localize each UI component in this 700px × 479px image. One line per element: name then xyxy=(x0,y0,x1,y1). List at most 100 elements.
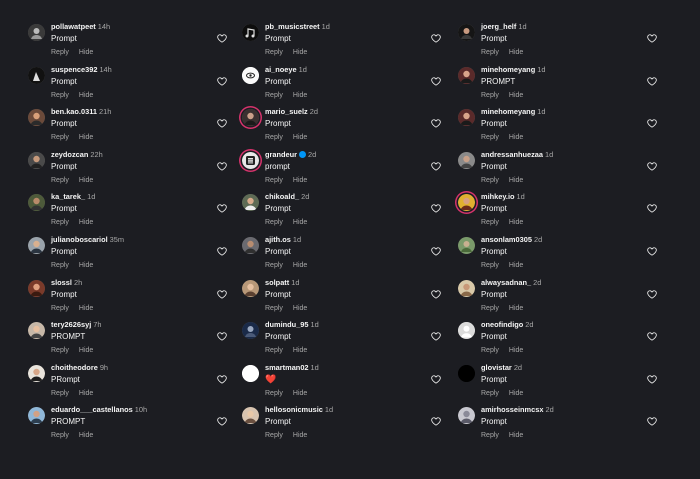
avatar[interactable] xyxy=(28,236,45,254)
reply-button[interactable]: Reply xyxy=(51,219,69,226)
reply-button[interactable]: Reply xyxy=(481,49,499,56)
hide-button[interactable]: Hide xyxy=(79,390,93,397)
username-link[interactable]: alwaysadnan_ xyxy=(481,278,531,287)
username-link[interactable]: glovistar xyxy=(481,363,512,372)
username-link[interactable]: ben.kao.0311 xyxy=(51,107,97,116)
reply-button[interactable]: Reply xyxy=(51,347,69,354)
avatar[interactable] xyxy=(28,407,45,425)
hide-button[interactable]: Hide xyxy=(293,262,307,269)
heart-outline-icon[interactable] xyxy=(217,162,227,171)
reply-button[interactable]: Reply xyxy=(51,177,69,184)
heart-outline-icon[interactable] xyxy=(647,119,657,128)
reply-button[interactable]: Reply xyxy=(51,49,69,56)
avatar[interactable] xyxy=(458,66,475,84)
heart-outline-icon[interactable] xyxy=(647,375,657,384)
username-link[interactable]: chikoald_ xyxy=(265,192,299,201)
username-link[interactable]: choitheodore xyxy=(51,363,98,372)
avatar[interactable] xyxy=(458,109,475,127)
reply-button[interactable]: Reply xyxy=(481,390,499,397)
avatar[interactable] xyxy=(242,151,259,169)
username-link[interactable]: tery2626syj xyxy=(51,320,91,329)
reply-button[interactable]: Reply xyxy=(51,134,69,141)
hide-button[interactable]: Hide xyxy=(79,92,93,99)
heart-outline-icon[interactable] xyxy=(647,204,657,214)
avatar[interactable] xyxy=(242,109,259,127)
heart-outline-icon[interactable] xyxy=(647,76,657,86)
hide-button[interactable]: Hide xyxy=(293,134,307,141)
heart-outline-icon[interactable] xyxy=(647,289,657,299)
hide-button[interactable]: Hide xyxy=(79,432,93,439)
username-link[interactable]: pb_musicstreet xyxy=(265,22,320,31)
reply-button[interactable]: Reply xyxy=(481,305,499,312)
reply-button[interactable]: Reply xyxy=(481,262,499,269)
hide-button[interactable]: Hide xyxy=(509,390,523,397)
avatar[interactable] xyxy=(242,364,259,382)
hide-button[interactable]: Hide xyxy=(509,262,523,269)
hide-button[interactable]: Hide xyxy=(293,347,307,354)
hide-button[interactable]: Hide xyxy=(509,134,523,141)
username-link[interactable]: pollawatpeet xyxy=(51,22,96,31)
heart-outline-icon[interactable] xyxy=(217,375,227,384)
hide-button[interactable]: Hide xyxy=(79,177,93,184)
heart-outline-icon[interactable] xyxy=(217,204,227,214)
hide-button[interactable]: Hide xyxy=(509,305,523,312)
hide-button[interactable]: Hide xyxy=(509,347,523,354)
heart-outline-icon[interactable] xyxy=(431,204,441,214)
reply-button[interactable]: Reply xyxy=(481,177,499,184)
hide-button[interactable]: Hide xyxy=(79,134,93,141)
username-link[interactable]: amirhosseinmcsx xyxy=(481,405,543,414)
heart-outline-icon[interactable] xyxy=(647,332,657,341)
hide-button[interactable]: Hide xyxy=(509,432,523,439)
heart-outline-icon[interactable] xyxy=(431,417,441,427)
username-link[interactable]: andressanhuezaa xyxy=(481,150,543,159)
username-link[interactable]: minehomeyang xyxy=(481,107,535,116)
avatar[interactable] xyxy=(242,24,259,41)
hide-button[interactable]: Hide xyxy=(509,219,523,226)
hide-button[interactable]: Hide xyxy=(509,92,523,99)
username-link[interactable]: ai_noeye xyxy=(265,65,297,74)
avatar[interactable] xyxy=(458,236,475,254)
hide-button[interactable]: Hide xyxy=(293,390,307,397)
hide-button[interactable]: Hide xyxy=(79,347,93,354)
heart-outline-icon[interactable] xyxy=(217,332,227,341)
hide-button[interactable]: Hide xyxy=(293,305,307,312)
hide-button[interactable]: Hide xyxy=(79,262,93,269)
avatar[interactable] xyxy=(458,407,475,425)
reply-button[interactable]: Reply xyxy=(51,432,69,439)
avatar[interactable] xyxy=(242,66,259,84)
avatar[interactable] xyxy=(242,407,259,425)
heart-outline-icon[interactable] xyxy=(217,417,227,427)
username-link[interactable]: solpatt xyxy=(265,278,289,287)
hide-button[interactable]: Hide xyxy=(509,49,523,56)
hide-button[interactable]: Hide xyxy=(293,219,307,226)
hide-button[interactable]: Hide xyxy=(293,92,307,99)
username-link[interactable]: slossl xyxy=(51,278,72,287)
username-link[interactable]: joerg_helf xyxy=(481,22,516,31)
hide-button[interactable]: Hide xyxy=(293,432,307,439)
reply-button[interactable]: Reply xyxy=(265,49,283,56)
heart-outline-icon[interactable] xyxy=(431,289,441,299)
reply-button[interactable]: Reply xyxy=(265,134,283,141)
heart-outline-icon[interactable] xyxy=(217,289,227,299)
username-link[interactable]: suspence392 xyxy=(51,65,97,74)
avatar[interactable] xyxy=(458,364,475,382)
username-link[interactable]: oneofindigo xyxy=(481,320,523,329)
reply-button[interactable]: Reply xyxy=(265,305,283,312)
reply-button[interactable]: Reply xyxy=(265,347,283,354)
username-link[interactable]: ansonlam0305 xyxy=(481,235,532,244)
heart-outline-icon[interactable] xyxy=(647,247,657,256)
heart-outline-icon[interactable] xyxy=(431,247,441,256)
avatar[interactable] xyxy=(28,279,45,297)
avatar[interactable] xyxy=(242,279,259,297)
username-link[interactable]: eduardo___castellanos xyxy=(51,405,133,414)
hide-button[interactable]: Hide xyxy=(79,49,93,56)
heart-outline-icon[interactable] xyxy=(431,162,441,171)
heart-outline-icon[interactable] xyxy=(431,34,441,43)
avatar[interactable] xyxy=(458,279,475,297)
username-link[interactable]: dumindu_95 xyxy=(265,320,309,329)
username-link[interactable]: mario_suelz xyxy=(265,107,308,116)
avatar[interactable] xyxy=(28,24,45,41)
username-link[interactable]: julianoboscariol xyxy=(51,235,108,244)
avatar[interactable] xyxy=(458,194,475,212)
username-link[interactable]: mihkey.io xyxy=(481,192,515,201)
